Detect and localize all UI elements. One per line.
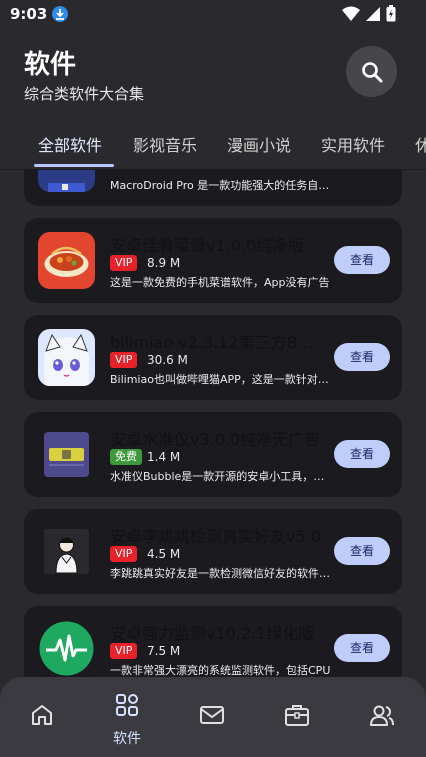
view-button[interactable]: 查看 [334, 537, 390, 565]
app-icon-macrodroid [38, 170, 95, 192]
app-desc: 李跳跳真实好友是一款检测微信好友的软件工具 [110, 567, 332, 580]
vip-badge: VIP [110, 255, 138, 271]
view-button[interactable]: 查看 [334, 634, 390, 662]
view-button[interactable]: 查看 [334, 440, 390, 468]
wifi-icon [342, 6, 360, 21]
tab-indicator [34, 164, 114, 167]
list-item[interactable]: 安卓水准仪v3.0.0纯净无广告 免费 1.4 M 水准仪Bubble是一款开源… [24, 412, 402, 497]
app-size: 8.9 M [147, 256, 181, 270]
tab-comics-novels[interactable]: 漫画小说 [227, 132, 291, 156]
app-desc: 这是一款免费的手机菜谱软件，App没有广告 [110, 276, 330, 289]
nav-home[interactable] [12, 677, 72, 757]
app-title: 安卓佳肴菜谱v1.0.0纯净版 [110, 236, 305, 255]
status-icons [342, 5, 396, 22]
list-item[interactable]: MacroDroid Pro 是一款功能强大的任务自动化工具 查看 [24, 170, 402, 206]
bottom-nav: 软件 [0, 677, 426, 757]
list-item[interactable]: 安卓李跳跳检测真实好友v5.0 VIP 4.5 M 李跳跳真实好友是一款检测微信… [24, 509, 402, 594]
free-badge: 免费 [110, 449, 142, 465]
signal-icon [366, 6, 380, 21]
list-item[interactable]: 安卓佳肴菜谱v1.0.0纯净版 VIP 8.9 M 这是一款免费的手机菜谱软件，… [24, 218, 402, 303]
nav-toolbox[interactable] [267, 677, 327, 757]
app-size: 30.6 M [147, 353, 188, 367]
search-button[interactable] [346, 46, 397, 97]
app-title: 安卓李跳跳检测真实好友v5.0 [110, 527, 321, 546]
users-icon [370, 705, 394, 726]
tab-leisure[interactable]: 休 [415, 132, 426, 156]
home-icon [32, 705, 52, 725]
toolbox-icon [285, 705, 309, 726]
app-title: 安卓强力监测v10.2.1绿化版 [110, 624, 315, 643]
view-button[interactable]: 查看 [334, 246, 390, 274]
download-icon [52, 6, 68, 22]
app-size: 1.4 M [147, 450, 181, 464]
view-button[interactable]: 查看 [334, 343, 390, 371]
nav-profile[interactable] [352, 677, 412, 757]
tab-all-software[interactable]: 全部软件 [38, 132, 102, 156]
status-bar: 9:03 [0, 0, 426, 28]
app-icon-recipes [38, 232, 95, 289]
mail-icon [200, 706, 224, 724]
app-list[interactable]: MacroDroid Pro 是一款功能强大的任务自动化工具 查看 安卓佳肴菜谱… [0, 170, 426, 757]
nav-messages[interactable] [182, 677, 242, 757]
battery-icon [386, 5, 396, 22]
app-title: bilimiao v2.3.12第三方B站客户端 [110, 333, 324, 352]
app-desc: 一款非常强大漂亮的系统监测软件，包括CPU [110, 664, 331, 677]
category-tabs: 全部软件 影视音乐 漫画小说 实用软件 休 [0, 122, 426, 170]
nav-software[interactable]: 软件 [97, 677, 157, 757]
vip-badge: VIP [110, 352, 138, 368]
app-icon-bilimiao [38, 329, 95, 386]
vip-badge: VIP [110, 643, 138, 659]
tab-video-music[interactable]: 影视音乐 [133, 132, 197, 156]
app-size: 7.5 M [147, 644, 181, 658]
search-icon [361, 61, 382, 82]
app-icon-li-tiaotiao [38, 523, 95, 580]
nav-label-software: 软件 [113, 731, 141, 747]
app-desc: Bilimiao也叫做哔哩猫APP，这是一款针对B站 [110, 373, 332, 386]
app-icon-system-monitor [38, 620, 95, 677]
page-title: 软件 [24, 50, 77, 80]
app-title: 安卓水准仪v3.0.0纯净无广告 [110, 430, 321, 449]
apps-icon [116, 694, 138, 716]
app-size: 4.5 M [147, 547, 181, 561]
status-time: 9:03 [10, 5, 48, 23]
vip-badge: VIP [110, 546, 138, 562]
app-desc: 水准仪Bubble是一款开源的安卓小工具，可以 [110, 470, 332, 483]
tab-utility-software[interactable]: 实用软件 [321, 132, 385, 156]
list-item[interactable]: bilimiao v2.3.12第三方B站客户端 VIP 30.6 M Bili… [24, 315, 402, 400]
app-desc: MacroDroid Pro 是一款功能强大的任务自动化工具 [110, 179, 332, 192]
page-subtitle: 综合类软件大合集 [24, 85, 145, 103]
app-icon-bubble-level [38, 426, 95, 483]
